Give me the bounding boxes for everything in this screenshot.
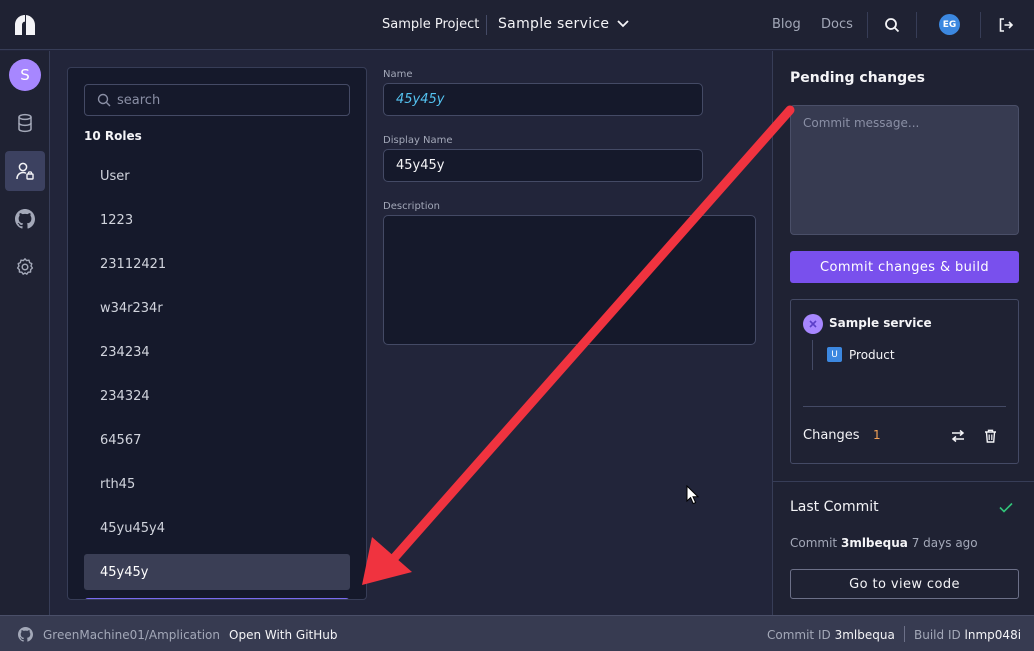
trash-icon[interactable] [984, 429, 997, 443]
commit-id-value[interactable]: 3mlbequa [835, 628, 895, 642]
compare-icon[interactable] [951, 429, 965, 443]
changes-card: Sample service U Product Changes 1 [790, 299, 1019, 464]
last-commit-info: Commit 3mlbequa 7 days ago [790, 536, 978, 550]
add-role-box[interactable] [84, 598, 350, 599]
name-label: Name [383, 69, 413, 80]
view-code-button[interactable]: Go to view code [790, 569, 1019, 599]
roles-icon[interactable] [15, 161, 35, 181]
role-search-box[interactable] [84, 84, 350, 116]
footer-build-id: Build ID lnmp048i [914, 628, 1021, 642]
service-icon [803, 314, 823, 334]
role-list-item[interactable]: 23112421 [84, 246, 350, 282]
project-title[interactable]: Sample Project [382, 17, 479, 32]
commit-id-label: Commit ID [767, 628, 831, 642]
last-commit-title: Last Commit [790, 499, 879, 515]
docs-link[interactable]: Docs [821, 17, 853, 32]
last-commit-time: 7 days ago [911, 536, 978, 550]
role-search-input[interactable] [117, 91, 337, 109]
display-name-field[interactable]: 45y45y [383, 149, 703, 182]
search-icon[interactable] [884, 17, 900, 33]
chevron-down-icon [617, 20, 629, 28]
footer-divider [904, 626, 905, 642]
commit-message-box[interactable] [790, 105, 1019, 235]
roles-panel: 10 Roles User 1223 23112421 w34r234r 234… [67, 67, 367, 600]
search-icon [97, 93, 111, 107]
role-list-item[interactable]: 234234 [84, 334, 350, 370]
role-list-item[interactable]: 234324 [84, 378, 350, 414]
check-icon [999, 502, 1013, 513]
tree-line [812, 340, 813, 370]
entity-name[interactable]: Product [849, 348, 895, 362]
build-id-value[interactable]: lnmp048i [965, 628, 1021, 642]
description-field[interactable] [383, 215, 756, 345]
github-icon[interactable] [15, 209, 35, 229]
github-icon [18, 627, 33, 642]
header-divider [867, 12, 868, 38]
role-list-item[interactable]: rth45 [84, 466, 350, 502]
footer-commit-id: Commit ID 3mlbequa [767, 628, 895, 642]
left-rail: S [0, 51, 50, 615]
role-list-item[interactable]: 45yu45y4 [84, 510, 350, 546]
entity-badge: U [827, 347, 842, 362]
commit-message-input[interactable] [791, 106, 1018, 234]
user-avatar[interactable]: EG [939, 14, 960, 35]
role-list: User 1223 23112421 w34r234r 234234 23432… [84, 158, 350, 598]
service-selector-label: Sample service [498, 16, 610, 32]
pending-changes-title: Pending changes [790, 70, 925, 86]
settings-gear-icon[interactable] [15, 257, 35, 277]
role-list-item-selected[interactable]: 45y45y [84, 554, 350, 590]
top-bar: Sample Project Sample service Blog Docs … [0, 0, 1034, 50]
workspace-avatar[interactable]: S [9, 59, 41, 91]
description-label: Description [383, 201, 440, 212]
role-list-item[interactable]: 1223 [84, 202, 350, 238]
role-list-item[interactable]: User [84, 158, 350, 194]
footer-bar: GreenMachine01/Amplication Open With Git… [0, 615, 1034, 651]
name-field[interactable]: 45y45y [383, 83, 703, 116]
pending-changes-panel: Pending changes Commit changes & build S… [772, 51, 1034, 615]
commit-changes-button[interactable]: Commit changes & build [790, 251, 1019, 283]
card-divider [803, 406, 1006, 407]
last-commit-prefix: Commit [790, 536, 838, 550]
changes-label: Changes [803, 428, 860, 443]
database-icon[interactable] [15, 113, 35, 133]
panel-divider [773, 481, 1034, 482]
role-list-item[interactable]: 64567 [84, 422, 350, 458]
mouse-cursor-icon [686, 485, 700, 505]
open-with-github-link[interactable]: Open With GitHub [229, 628, 338, 642]
service-name[interactable]: Sample service [829, 316, 932, 330]
service-selector[interactable]: Sample service [498, 16, 629, 32]
header-divider [486, 15, 487, 35]
amplication-logo-icon[interactable] [14, 14, 36, 36]
logout-icon[interactable] [998, 17, 1014, 33]
role-list-item[interactable]: w34r234r [84, 290, 350, 326]
display-name-label: Display Name [383, 135, 453, 146]
header-divider [916, 12, 917, 38]
blog-link[interactable]: Blog [772, 17, 801, 32]
service-glyph-icon [809, 320, 817, 328]
roles-count: 10 Roles [84, 129, 142, 143]
build-id-label: Build ID [914, 628, 961, 642]
last-commit-id[interactable]: 3mlbequa [841, 536, 908, 550]
repo-name[interactable]: GreenMachine01/Amplication [43, 628, 220, 642]
header-divider [980, 12, 981, 38]
changes-count: 1 [873, 428, 881, 442]
